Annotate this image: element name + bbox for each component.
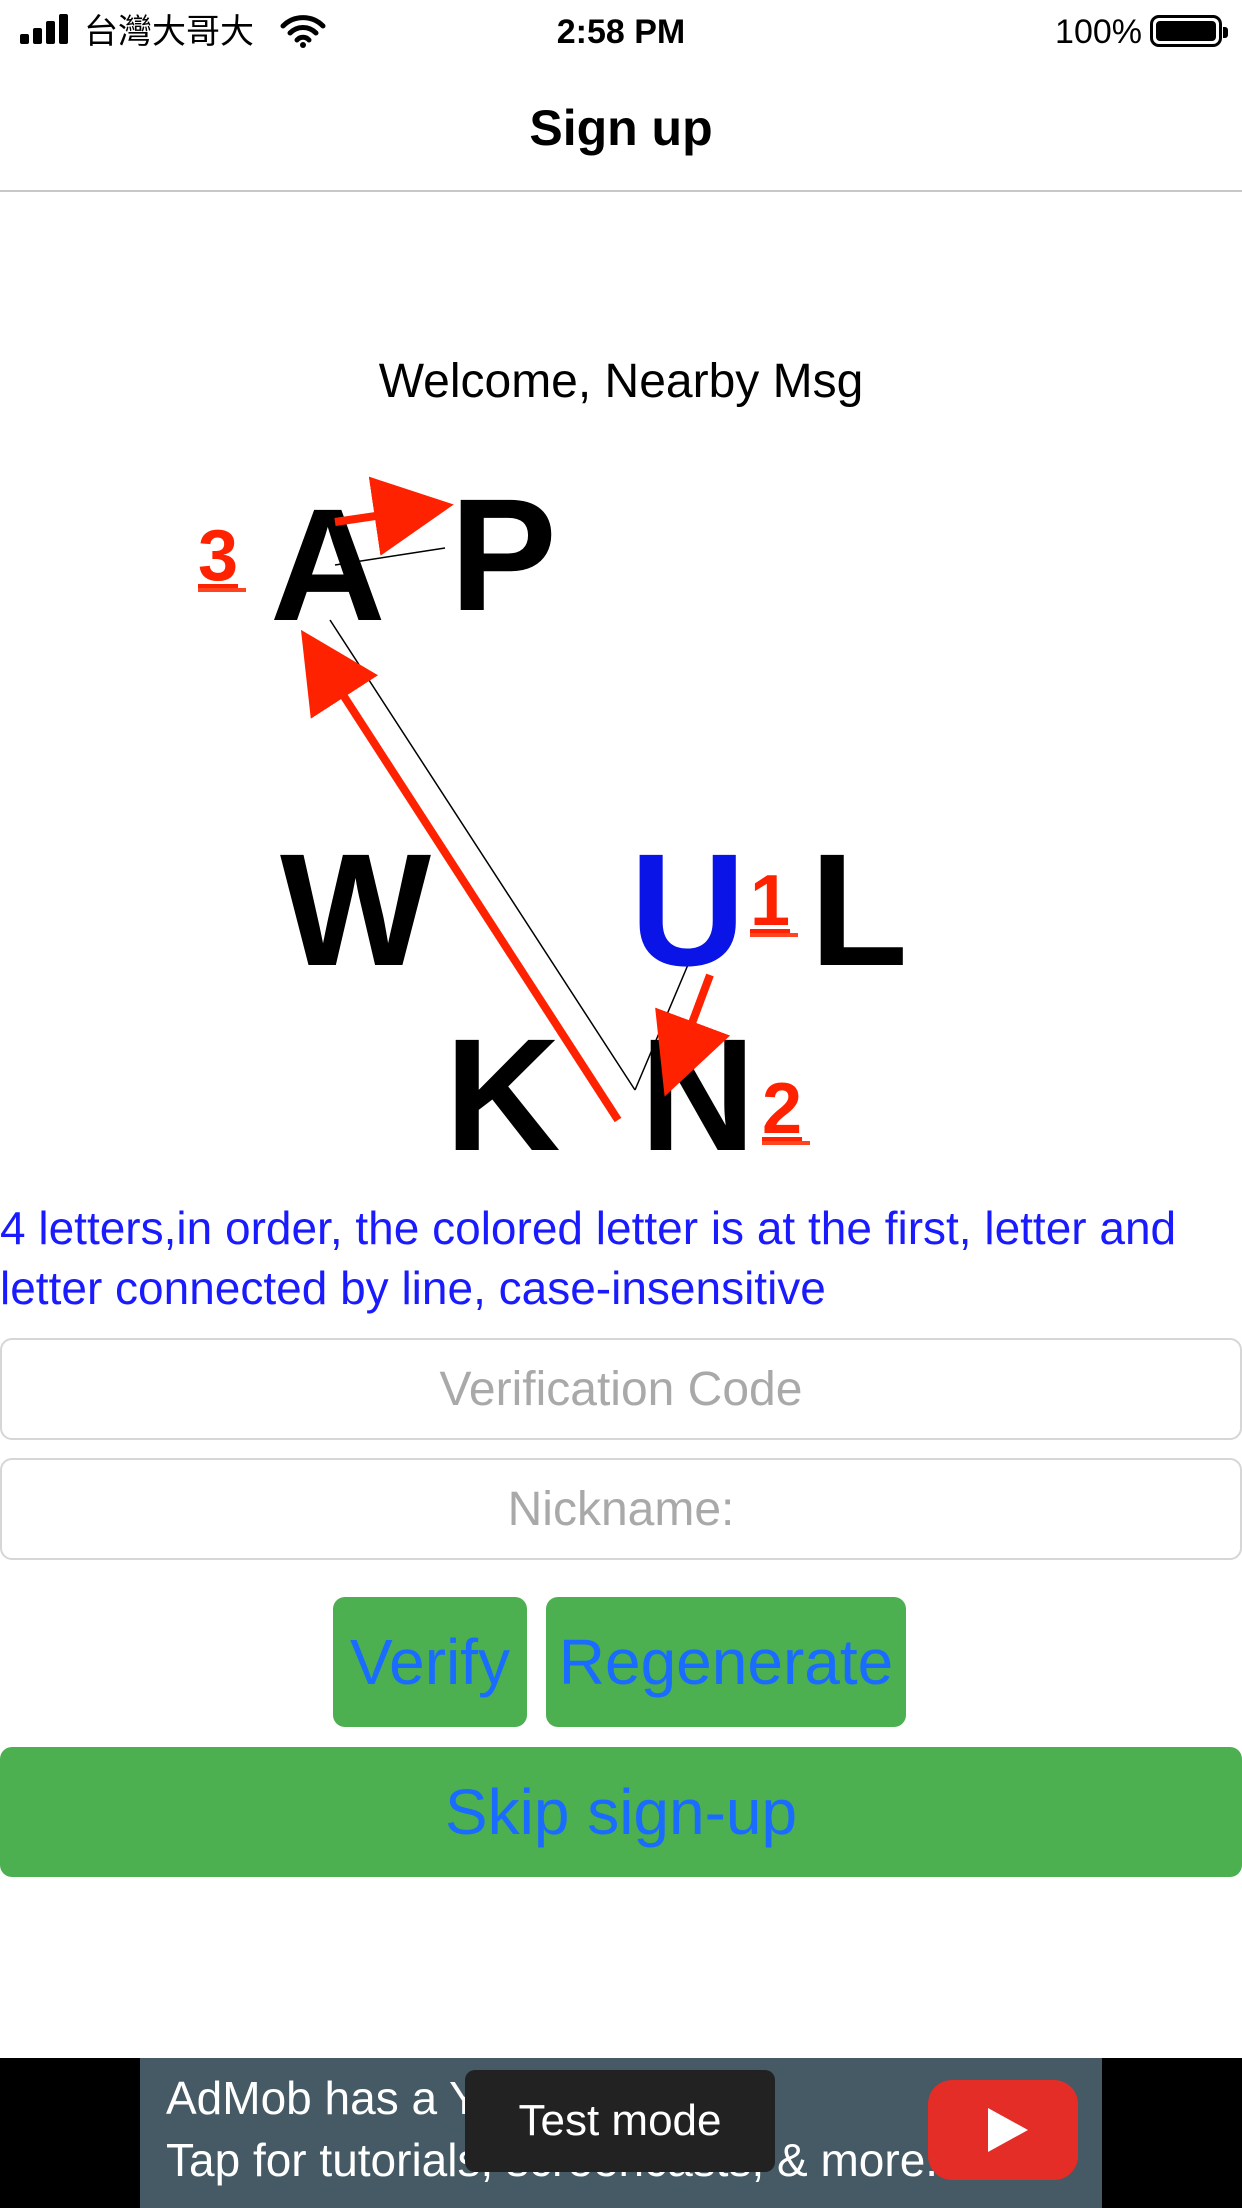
welcome-text: Welcome, Nearby Msg [378, 355, 864, 408]
test-mode-badge: Test mode [465, 2070, 775, 2172]
captcha-letter: A [270, 475, 386, 654]
regenerate-button[interactable]: Regenerate [546, 1597, 906, 1727]
captcha-letter: P [450, 470, 557, 644]
step-number: 3 [198, 516, 238, 596]
ad-headline: AdMob has a Yo [166, 2072, 502, 2124]
navigation-bar: Sign up [0, 62, 1242, 192]
step-number: 2 [762, 1069, 802, 1149]
captcha-letter: W [280, 820, 431, 999]
youtube-play-icon[interactable] [928, 2080, 1078, 2180]
verification-code-input[interactable] [0, 1338, 1242, 1440]
captcha-image: A P W U L K N 1 2 3 [198, 470, 908, 1184]
skip-signup-button[interactable]: Skip sign-up [0, 1747, 1242, 1877]
captcha-letter: L [810, 820, 908, 999]
status-bar: 台灣大哥大 2:58 PM 100% [0, 0, 1242, 62]
nickname-input[interactable] [0, 1458, 1242, 1560]
battery-percent: 100% [1055, 13, 1142, 51]
captcha-letter-colored: U [630, 820, 746, 999]
captcha-letter: N [640, 1005, 756, 1184]
step-number: 1 [750, 861, 790, 941]
battery-icon [1150, 15, 1228, 47]
captcha-letter: K [445, 1005, 561, 1184]
page-title: Sign up [529, 100, 713, 156]
verify-button[interactable]: Verify [333, 1597, 527, 1727]
captcha-instructions: 4 letters,in order, the colored letter i… [0, 1202, 1177, 1314]
